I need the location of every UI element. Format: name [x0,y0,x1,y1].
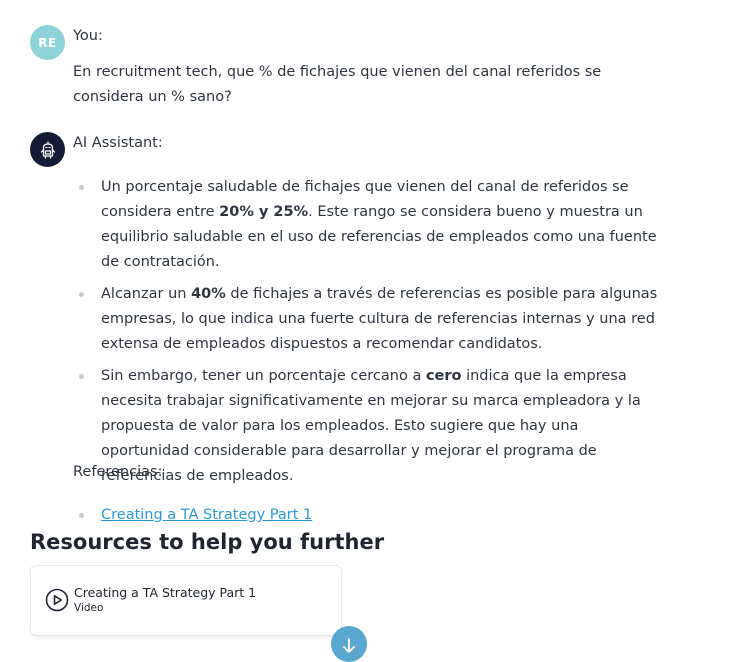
assistant-sender-label: AI Assistant: [73,135,163,151]
assistant-avatar [30,132,65,167]
resource-card-type: Video [74,602,104,614]
user-avatar: RE [30,25,65,60]
bullet-text: indica que la empresa necesita trabajar … [101,368,641,484]
reference-link[interactable]: Creating a TA Strategy Part 1 [101,507,312,523]
list-item: Creating a TA Strategy Part 1 [79,503,659,528]
user-avatar-initials: RE [38,35,57,50]
list-item: Sin embargo, tener un porcentaje cercano… [79,364,659,489]
arrow-down-icon [343,638,355,653]
scroll-down-button[interactable] [331,626,367,662]
bullet-text: Sin embargo, tener un porcentaje cercano… [101,368,426,384]
list-item: Un porcentaje saludable de fichajes que … [79,175,659,275]
bullet-highlight: cero [425,368,462,384]
resource-card-title: Creating a TA Strategy Part 1 [74,585,257,600]
resource-card[interactable]: Creating a TA Strategy Part 1 Video [30,565,342,636]
references-list: Creating a TA Strategy Part 1 [79,503,659,528]
user-sender-label: You: [73,28,103,44]
play-circle-icon [45,588,69,612]
bullet-highlight: 20% y 25% [219,204,309,220]
bullet-highlight: 40% [191,286,226,302]
assistant-message-header: AI Assistant: [30,132,730,172]
bullet-text: Alcanzar un [101,286,192,302]
list-item: Alcanzar un 40% de fichajes a través de … [79,282,659,357]
references-label: Referencias: [73,464,163,480]
assistant-answer-list: Un porcentaje saludable de fichajes que … [79,175,659,489]
user-message-text: En recruitment tech, que % de fichajes q… [73,64,602,105]
resources-heading: Resources to help you further [30,530,385,554]
robot-icon [40,140,55,159]
